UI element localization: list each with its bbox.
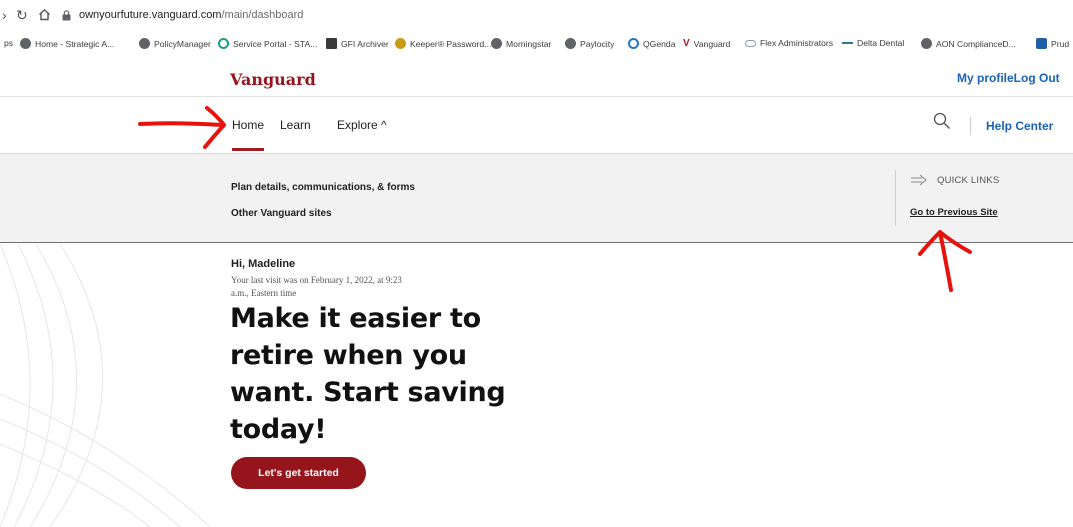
- bookmark-label: QGenda: [643, 38, 676, 49]
- go-to-previous-site-link[interactable]: Go to Previous Site: [910, 207, 998, 218]
- bookmark-item[interactable]: Delta Dental: [842, 38, 904, 48]
- nav-home[interactable]: Home: [232, 118, 264, 132]
- globe-icon: [491, 38, 502, 49]
- nav-learn[interactable]: Learn: [280, 118, 311, 132]
- globe-icon: [139, 38, 150, 49]
- globe-icon: [921, 38, 932, 49]
- bookmark-item[interactable]: Prud: [1036, 38, 1069, 49]
- bookmark-item[interactable]: Service Portal - STA...: [218, 38, 317, 49]
- url-host: ownyourfuture.vanguard.com: [79, 9, 222, 21]
- vanguard-icon: V: [683, 38, 690, 49]
- archiver-icon: [326, 38, 337, 49]
- home-icon[interactable]: [38, 8, 51, 23]
- active-tab-indicator: [232, 148, 264, 151]
- prudential-icon: [1036, 38, 1047, 49]
- bookmark-label: Paylocity: [580, 38, 615, 49]
- lock-icon: [62, 9, 71, 20]
- qgenda-icon: [628, 38, 639, 49]
- browser-address-bar: › ↻ ownyourfuture.vanguard.com/main/dash…: [0, 0, 1073, 30]
- forward-icon[interactable]: ›: [2, 8, 7, 22]
- bookmark-item[interactable]: QGenda: [628, 38, 676, 49]
- bookmark-label: Service Portal - STA...: [233, 38, 318, 49]
- cloud-icon: [745, 39, 756, 47]
- vanguard-logo[interactable]: Vanguard: [230, 70, 316, 89]
- globe-icon: [20, 38, 31, 49]
- bookmark-item[interactable]: Flex Administrators: [745, 38, 833, 48]
- bookmark-label: ps: [4, 38, 14, 48]
- search-icon[interactable]: [933, 112, 951, 130]
- lets-get-started-button[interactable]: Let's get started: [231, 457, 366, 489]
- dash-icon: [842, 42, 853, 44]
- url-field[interactable]: ownyourfuture.vanguard.com/main/dashboar…: [62, 5, 482, 25]
- bookmark-item[interactable]: V Vanguard: [683, 38, 730, 49]
- quick-links-divider: [895, 170, 896, 226]
- hero-headline: Make it easier to retire when you want. …: [230, 303, 506, 445]
- bookmark-label: PolicyManager: [154, 38, 211, 49]
- plan-details-link[interactable]: Plan details, communications, & forms: [231, 182, 415, 193]
- background-arcs-decoration: [0, 244, 211, 527]
- nav-explore[interactable]: Explore ^: [337, 118, 387, 132]
- service-portal-icon: [218, 38, 229, 49]
- bookmark-label: Morningstar: [506, 38, 552, 49]
- bookmark-item[interactable]: Morningstar: [491, 38, 551, 49]
- keeper-icon: [395, 38, 406, 49]
- my-profile-logout-link[interactable]: My profileLog Out: [957, 71, 1060, 85]
- greeting: Hi, Madeline: [231, 258, 296, 270]
- bookmark-label: GFI Archiver: [341, 38, 389, 49]
- arrow-right-icon: [911, 174, 927, 186]
- other-vanguard-sites-link[interactable]: Other Vanguard sites: [231, 208, 332, 219]
- bookmark-item[interactable]: PolicyManager: [139, 38, 211, 49]
- bookmark-label: Delta Dental: [857, 38, 905, 48]
- bookmark-label: Vanguard: [693, 38, 731, 49]
- bookmark-label: Keeper® Password...: [410, 38, 492, 49]
- primary-nav: Home Learn Explore ^ Help Center: [0, 97, 1073, 153]
- url-path: /main/dashboard: [221, 9, 304, 21]
- nav-divider: [970, 117, 971, 135]
- last-visit-text: Your last visit was on February 1, 2022,…: [231, 275, 402, 298]
- bookmark-item[interactable]: Home - Strategic A...: [20, 38, 114, 49]
- bookmark-label: Prud: [1051, 38, 1070, 49]
- bookmark-item[interactable]: ps: [4, 38, 13, 48]
- help-center-link[interactable]: Help Center: [986, 119, 1053, 133]
- bookmark-label: AON ComplianceD...: [936, 38, 1016, 49]
- bookmark-item[interactable]: GFI Archiver: [326, 38, 389, 49]
- bookmark-item[interactable]: AON ComplianceD...: [921, 38, 1016, 49]
- globe-icon: [565, 38, 576, 49]
- explore-menu-panel: Plan details, communications, & forms Ot…: [0, 153, 1073, 243]
- bookmark-label: Home - Strategic A...: [35, 38, 115, 49]
- reload-icon[interactable]: ↻: [16, 8, 28, 22]
- bookmarks-bar: ps Home - Strategic A... PolicyManager S…: [0, 30, 1073, 58]
- bookmark-item[interactable]: Paylocity: [565, 38, 614, 49]
- bookmark-item[interactable]: Keeper® Password...: [395, 38, 491, 49]
- quick-links-heading: QUICK LINKS: [937, 175, 1000, 186]
- bookmark-label: Flex Administrators: [760, 38, 834, 48]
